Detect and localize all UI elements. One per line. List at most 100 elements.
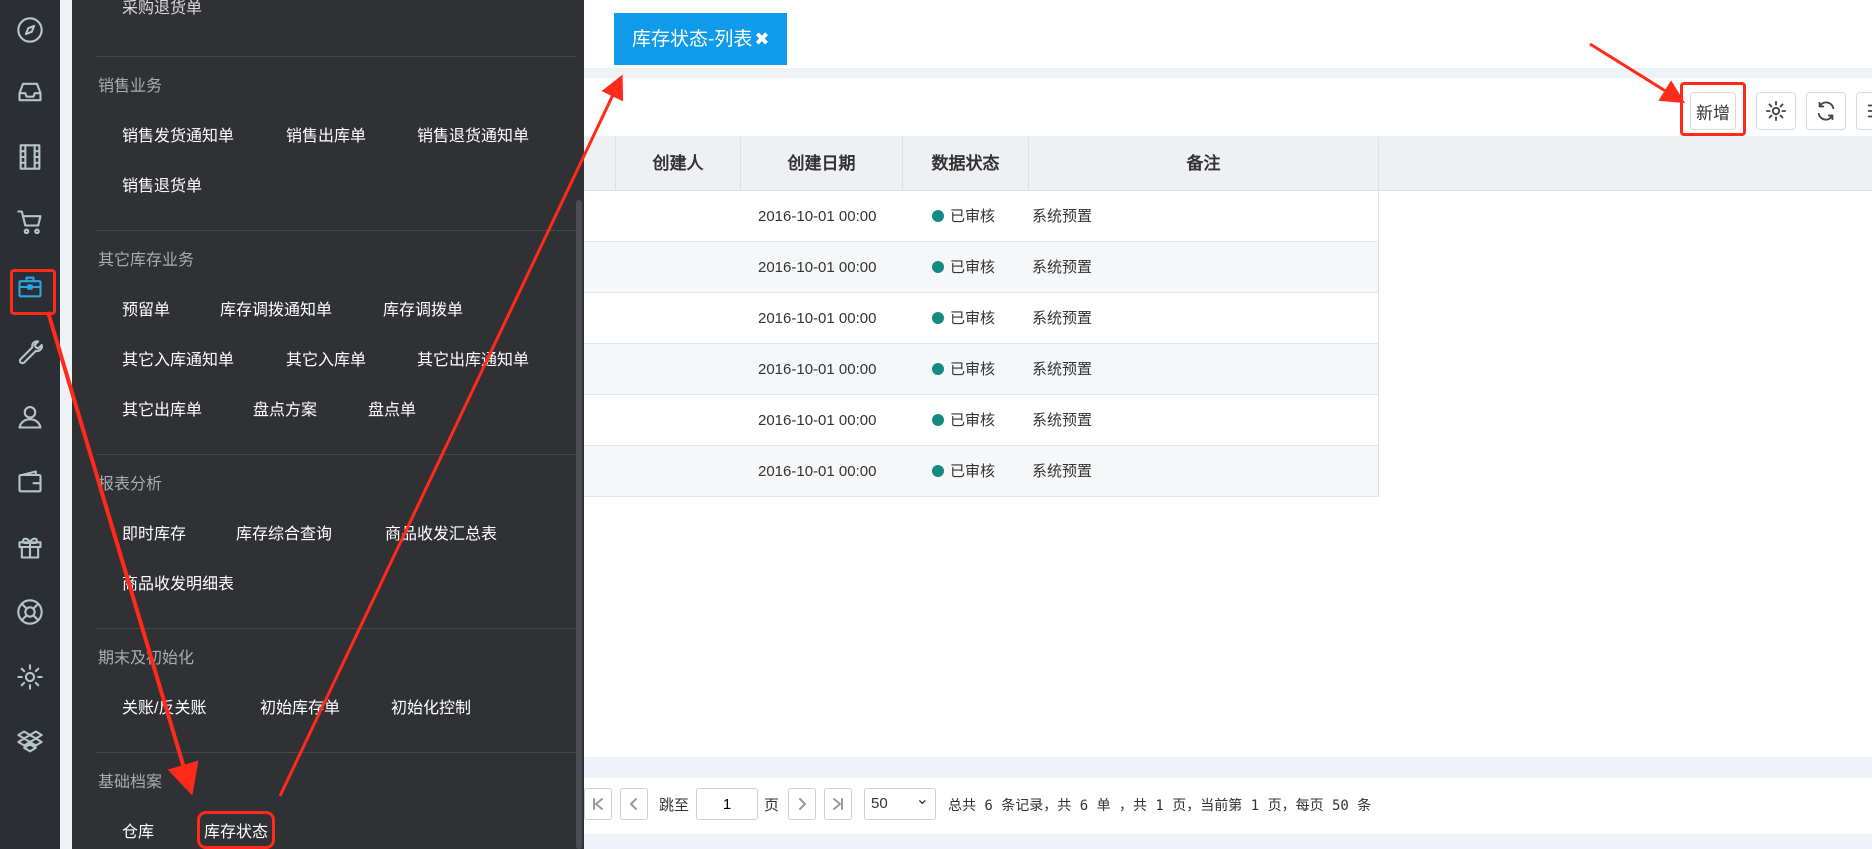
page-size-select[interactable]: 50 bbox=[864, 785, 936, 820]
page-input[interactable] bbox=[696, 788, 758, 820]
cell-note: 系统预置 bbox=[1032, 310, 1093, 327]
cell-note: 系统预置 bbox=[1032, 463, 1093, 480]
menu-item[interactable]: 商品收发汇总表 bbox=[385, 520, 497, 544]
table-row[interactable]: 2016-10-01 00:00 已审核 系统预置 bbox=[584, 344, 1379, 395]
lifebuoy-icon[interactable] bbox=[0, 582, 60, 642]
columns-button[interactable] bbox=[1856, 92, 1872, 130]
menu-item[interactable]: 预留单 bbox=[122, 296, 170, 320]
menu-item[interactable]: 库存综合查询 bbox=[236, 520, 332, 544]
menu-icon bbox=[1867, 104, 1872, 118]
film-icon[interactable] bbox=[0, 127, 60, 187]
first-page-icon bbox=[593, 798, 603, 810]
section-title-basic: 基础档案 bbox=[98, 774, 163, 791]
col-status[interactable]: 数据状态 bbox=[902, 137, 1028, 191]
cell-date: 2016-10-01 00:00 bbox=[758, 463, 877, 480]
cell-status: 已审核 bbox=[932, 242, 995, 293]
wallet-icon[interactable] bbox=[0, 452, 60, 512]
cell-status: 已审核 bbox=[932, 446, 995, 497]
close-icon[interactable]: ✖ bbox=[754, 29, 769, 49]
cell-status: 已审核 bbox=[932, 344, 995, 395]
dropbox-icon[interactable] bbox=[0, 712, 60, 772]
wrench-icon[interactable] bbox=[0, 322, 60, 382]
menu-item[interactable]: 销售退货通知单 bbox=[417, 122, 529, 146]
settings-button[interactable] bbox=[1756, 92, 1796, 130]
menu-item[interactable]: 销售出库单 bbox=[286, 122, 366, 146]
menu-section-other bbox=[96, 230, 576, 231]
status-dot bbox=[932, 414, 944, 426]
toolbar: 新增 bbox=[584, 78, 1872, 136]
cell-date: 2016-10-01 00:00 bbox=[758, 259, 877, 276]
refresh-icon bbox=[1817, 101, 1835, 121]
user-icon[interactable] bbox=[0, 387, 60, 447]
add-button-highlight bbox=[1680, 82, 1746, 136]
cell-note: 系统预置 bbox=[1032, 361, 1093, 378]
pagination: 跳至 页 50 总共 6 条记录，共 6 单 ，共 1 页，当前第 1 页，每页… bbox=[584, 778, 1872, 834]
cell-status: 已审核 bbox=[932, 395, 995, 446]
col-create-date[interactable]: 创建日期 bbox=[740, 137, 902, 191]
table-header: 创建人 创建日期 数据状态 备注 bbox=[584, 137, 1872, 191]
compass-icon[interactable] bbox=[0, 0, 60, 60]
briefcase-icon[interactable] bbox=[0, 257, 60, 317]
menu-item[interactable]: 即时库存 bbox=[122, 520, 186, 544]
cart-icon[interactable] bbox=[0, 192, 60, 252]
menu-item[interactable]: 其它入库单 bbox=[286, 346, 366, 370]
tab-label: 库存状态-列表 bbox=[632, 29, 753, 50]
section-title-period: 期末及初始化 bbox=[98, 650, 195, 667]
data-grid: 创建人 创建日期 数据状态 备注 2016-10-01 00:00 已审核 系统… bbox=[584, 137, 1872, 757]
next-page-button[interactable] bbox=[788, 788, 816, 820]
tab-bar: 库存状态-列表 ✖ bbox=[584, 0, 1872, 68]
cell-status: 已审核 bbox=[932, 293, 995, 344]
chevron-right-icon bbox=[799, 798, 806, 810]
menu-scrollbar[interactable] bbox=[576, 200, 582, 849]
table-row[interactable]: 2016-10-01 00:00 已审核 系统预置 bbox=[584, 191, 1379, 242]
page-unit: 页 bbox=[764, 797, 780, 814]
gift-icon[interactable] bbox=[0, 517, 60, 577]
table-row[interactable]: 2016-10-01 00:00 已审核 系统预置 bbox=[584, 446, 1379, 497]
cell-date: 2016-10-01 00:00 bbox=[758, 208, 877, 225]
cell-date: 2016-10-01 00:00 bbox=[758, 361, 877, 378]
menu-item[interactable]: 关账/反关账 bbox=[122, 694, 206, 718]
table-row[interactable]: 2016-10-01 00:00 已审核 系统预置 bbox=[584, 242, 1379, 293]
chevron-left-icon bbox=[630, 798, 637, 810]
table-row[interactable]: 2016-10-01 00:00 已审核 系统预置 bbox=[584, 293, 1379, 344]
refresh-button[interactable] bbox=[1806, 92, 1846, 130]
menu-item[interactable]: 销售发货通知单 bbox=[122, 122, 234, 146]
menu-section-sales bbox=[96, 56, 576, 57]
status-dot bbox=[932, 465, 944, 477]
menu-section-basic bbox=[96, 752, 576, 753]
first-page-button[interactable] bbox=[584, 788, 612, 820]
cell-date: 2016-10-01 00:00 bbox=[758, 412, 877, 429]
col-note[interactable]: 备注 bbox=[1028, 137, 1379, 191]
gear-icon[interactable] bbox=[0, 647, 60, 707]
menu-item[interactable]: 盘点单 bbox=[368, 396, 416, 420]
status-dot bbox=[932, 261, 944, 273]
last-page-button[interactable] bbox=[824, 788, 852, 820]
menu-item[interactable]: 销售退货单 bbox=[122, 172, 202, 196]
menu-item[interactable]: 初始库存单 bbox=[260, 694, 340, 718]
menu-item[interactable]: 其它入库通知单 bbox=[122, 346, 234, 370]
table-row[interactable]: 2016-10-01 00:00 已审核 系统预置 bbox=[584, 395, 1379, 446]
gear-icon bbox=[1765, 100, 1787, 122]
main-content: 库存状态-列表 ✖ 新增 创建人 创建日期 数据状态 备注 2016-10-01 … bbox=[584, 0, 1872, 849]
menu-item[interactable]: 盘点方案 bbox=[253, 396, 317, 420]
menu-item[interactable]: 其它出库通知单 bbox=[417, 346, 529, 370]
cell-note: 系统预置 bbox=[1032, 259, 1093, 276]
menu-item-warehouse[interactable]: 仓库 bbox=[122, 818, 154, 842]
prev-page-button[interactable] bbox=[620, 788, 648, 820]
status-dot bbox=[932, 210, 944, 222]
menu-section-reports bbox=[96, 454, 576, 455]
menu-item[interactable]: 初始化控制 bbox=[391, 694, 471, 718]
menu-section-period bbox=[96, 628, 576, 629]
cell-status: 已审核 bbox=[932, 191, 995, 242]
menu-item[interactable]: 其它出库单 bbox=[122, 396, 202, 420]
menu-item[interactable]: 库存调拨单 bbox=[383, 296, 463, 320]
section-title-other: 其它库存业务 bbox=[98, 252, 195, 269]
menu-item-partial[interactable]: 采购退货单 bbox=[122, 0, 202, 18]
flyout-menu: 采购退货单 销售业务 销售发货通知单 销售出库单 销售退货通知单 销售退货单 其… bbox=[72, 0, 584, 849]
menu-item[interactable]: 库存调拨通知单 bbox=[220, 296, 332, 320]
menu-item[interactable]: 商品收发明细表 bbox=[122, 570, 234, 594]
menu-item-inventory-status[interactable]: 库存状态 bbox=[196, 811, 276, 849]
inbox-icon[interactable] bbox=[0, 62, 60, 122]
tab-inventory-status-list[interactable]: 库存状态-列表 ✖ bbox=[614, 13, 788, 65]
col-creator[interactable]: 创建人 bbox=[615, 137, 740, 191]
